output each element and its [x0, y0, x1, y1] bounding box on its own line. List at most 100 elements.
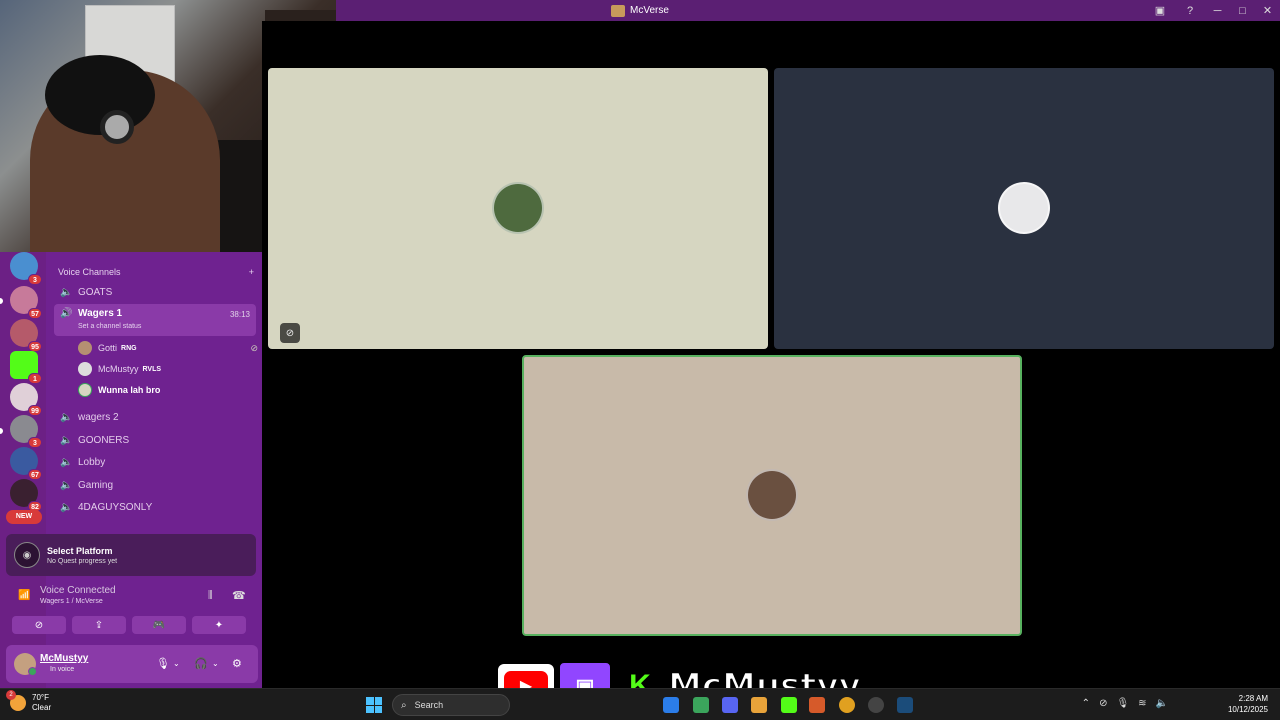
unread-badge: 67 [28, 469, 42, 480]
server-icon[interactable]: 82 [10, 479, 42, 512]
edge-icon[interactable] [663, 697, 679, 713]
close-button[interactable]: ✕ [1255, 0, 1280, 21]
channel-timer: 38:13 [229, 310, 250, 319]
voice-status-panel: 📶 Voice Connected Wagers 1 / McVerse ⫼ ☎… [6, 580, 256, 640]
steam-icon[interactable] [897, 697, 913, 713]
notification-badge: 2 [6, 690, 16, 700]
taskbar: 2 70°F Clear ⌕ Search ⌃ ⊘ 🎙 ≋ 🔈 2:28 AM 1… [0, 688, 1280, 720]
maximize-button[interactable]: □ [1230, 0, 1255, 21]
obs-icon[interactable] [868, 697, 884, 713]
speaker-icon: 🔈 [60, 411, 73, 423]
server-icon[interactable]: 99 [10, 383, 42, 416]
quest-subtitle: No Quest progress yet [47, 557, 118, 565]
voice-title[interactable]: Voice Connected [40, 585, 116, 596]
avatar[interactable] [14, 653, 37, 676]
screen-share-icon: ⇪ [94, 619, 104, 631]
gamepad-icon: 🎮 [152, 619, 166, 631]
disconnect-icon[interactable]: ☎ [232, 589, 246, 602]
unread-badge: 99 [28, 405, 42, 416]
new-badge[interactable]: NEW [6, 510, 42, 524]
screen-share-button[interactable]: ⇪ [72, 616, 126, 634]
muted-icon: ⊘ [280, 323, 300, 343]
server-icon[interactable]: 57 [10, 286, 42, 319]
chevron-up-icon[interactable]: ⌃ [1082, 698, 1090, 709]
speaker-icon: 🔊 [60, 308, 73, 319]
voice-channel[interactable]: 🔈 Lobby [54, 452, 256, 472]
app-icon[interactable] [809, 697, 825, 713]
wifi-icon[interactable]: ≋ [1138, 698, 1146, 709]
voice-channel[interactable]: 🔈 wagers 2 [54, 407, 256, 427]
quest-panel[interactable]: ◉ Select Platform No Quest progress yet [6, 534, 256, 576]
discord-icon[interactable] [722, 697, 738, 713]
chrome-icon[interactable] [839, 697, 855, 713]
headphones-icon[interactable]: 🎧 [194, 657, 208, 670]
user-status: In voice [50, 666, 75, 673]
server-icon[interactable]: 3 [10, 252, 42, 285]
signal-icon[interactable]: 📶 [18, 590, 30, 601]
unread-badge: 3 [28, 274, 42, 285]
voice-member[interactable]: Wunna lah bro [78, 381, 258, 399]
user-name[interactable]: McMustyy [40, 653, 88, 664]
camera-button[interactable]: ⊘ [12, 616, 66, 634]
server-icon[interactable]: 1 [10, 351, 42, 384]
moon-icon: 2 [6, 690, 26, 711]
activity-button[interactable]: 🎮 [132, 616, 186, 634]
noise-suppression-icon[interactable]: ⫼ [208, 590, 213, 601]
app-icon[interactable] [781, 697, 797, 713]
xbox-icon[interactable] [693, 697, 709, 713]
weather-widget[interactable]: 2 70°F Clear [6, 690, 52, 713]
video-tile[interactable] [774, 68, 1274, 349]
video-tile-speaking[interactable] [522, 355, 1022, 636]
user-panel: McMustyy In voice 🎙 ⌄ 🎧 ⌄ ⚙ [6, 645, 258, 683]
weather-desc: Clear [32, 703, 52, 712]
voice-channel-active[interactable]: 🔊 Wagers 1 38:13 Set a channel status [54, 304, 256, 336]
clock[interactable]: 2:28 AM 10/12/2025 [1228, 693, 1268, 715]
member-name: McMustyy [98, 364, 139, 374]
category-header[interactable]: Voice Channels + [58, 267, 254, 277]
settings-gear-icon[interactable]: ⚙ [232, 657, 242, 670]
soundboard-icon: ✦ [214, 619, 224, 631]
member-name: Wunna lah bro [98, 385, 161, 395]
voice-member[interactable]: Gotti RNG ⊘ [78, 339, 258, 357]
voice-member[interactable]: McMustyy RVLS [78, 360, 258, 378]
speaker-icon: 🔈 [60, 456, 73, 468]
search-icon: ⌕ [401, 699, 407, 711]
minimize-button[interactable]: ─ [1205, 0, 1230, 21]
avatar [78, 383, 92, 397]
inbox-icon[interactable]: ▣ [1145, 0, 1175, 21]
quest-title: Select Platform [47, 545, 113, 556]
unread-badge: 3 [28, 437, 42, 448]
unread-badge: 1 [28, 373, 42, 384]
camera-off-icon[interactable]: ⊘ [1099, 698, 1107, 709]
server-icon[interactable]: 95 [10, 319, 42, 352]
member-name: Gotti [98, 343, 118, 353]
soundboard-button[interactable]: ✦ [192, 616, 246, 634]
avatar [998, 182, 1050, 234]
channel-status[interactable]: Set a channel status [78, 323, 141, 330]
unread-badge: 57 [28, 308, 42, 319]
start-button[interactable] [366, 697, 382, 713]
help-icon[interactable]: ? [1175, 0, 1205, 21]
add-channel-icon[interactable]: + [249, 267, 254, 277]
app-icon[interactable] [751, 697, 767, 713]
avatar [78, 341, 92, 355]
speaker-icon: 🔈 [60, 434, 73, 446]
avatar [492, 182, 544, 234]
voice-channel[interactable]: 🔈 GOONERS [54, 430, 256, 450]
voice-channel[interactable]: 🔈 4DAGUYSONLY [54, 497, 256, 517]
channel-name: Lobby [78, 456, 106, 468]
voice-channel[interactable]: 🔈 GOATS [54, 282, 256, 302]
microphone-icon[interactable]: 🎙 [156, 657, 170, 670]
chevron-down-icon[interactable]: ⌄ [173, 659, 180, 668]
server-icon[interactable]: 67 [10, 447, 42, 480]
voice-channel[interactable]: 🔈 Gaming [54, 475, 256, 495]
video-tile[interactable]: ⊘ [268, 68, 768, 349]
microphone-icon[interactable]: 🎙 [1116, 698, 1129, 709]
chevron-down-icon[interactable]: ⌄ [212, 659, 219, 668]
search-box[interactable]: ⌕ Search [392, 694, 510, 716]
server-icon[interactable]: 3 [10, 415, 42, 448]
volume-icon[interactable]: 🔈 [1156, 698, 1168, 709]
video-stage: ⊘ [262, 21, 1280, 688]
avatar [746, 469, 798, 521]
voice-subtitle[interactable]: Wagers 1 / McVerse [40, 598, 103, 605]
